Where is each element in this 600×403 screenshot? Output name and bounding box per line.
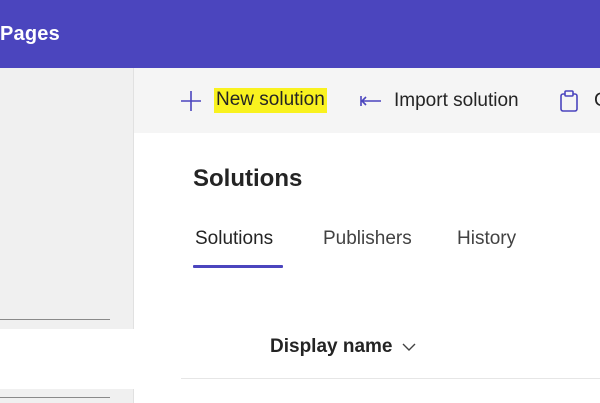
tab-solutions[interactable]: Solutions (195, 227, 273, 251)
nav-divider (0, 397, 110, 398)
grid-header: Display name (181, 329, 600, 379)
chevron-down-icon (402, 343, 415, 351)
table-row[interactable] (220, 398, 600, 403)
column-header-display-name[interactable]: Display name (270, 335, 417, 359)
column-header-label: Display name (270, 336, 393, 357)
tab-history[interactable]: History (457, 227, 516, 251)
app-window: Pages New solution Import solution Solut… (0, 0, 600, 403)
nav-item-selected[interactable] (0, 329, 134, 389)
import-arrow-icon (360, 95, 381, 106)
new-solution-button[interactable]: New solution (180, 68, 327, 133)
app-title: Pages (0, 23, 60, 45)
tab-history-label: History (457, 228, 517, 249)
left-nav (0, 68, 134, 403)
page-title: Solutions (193, 165, 303, 192)
tab-publishers-label: Publishers (323, 228, 412, 249)
app-header: Pages (0, 0, 600, 68)
main-content: Solutions Solutions Publishers History D… (134, 133, 600, 403)
import-solution-button[interactable]: Import solution (360, 68, 519, 133)
clipboard-button[interactable]: C (558, 68, 600, 133)
clipboard-label: C (594, 89, 600, 113)
new-solution-label: New solution (214, 88, 327, 113)
clipboard-icon (560, 89, 578, 112)
command-bar: New solution Import solution C (134, 68, 600, 133)
tab-solutions-label: Solutions (195, 228, 274, 249)
tab-publishers[interactable]: Publishers (323, 227, 412, 251)
plus-icon (181, 90, 201, 111)
selected-tab-indicator (193, 265, 283, 268)
import-solution-label: Import solution (394, 89, 519, 111)
nav-divider (0, 319, 110, 320)
